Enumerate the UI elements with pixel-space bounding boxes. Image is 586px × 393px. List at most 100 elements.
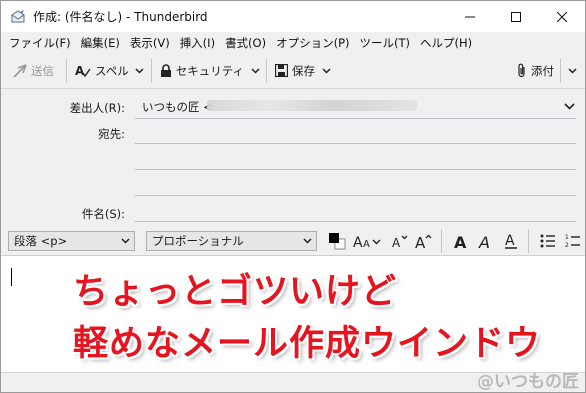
svg-text:1: 1 xyxy=(565,234,569,241)
attach-button[interactable]: 添付 xyxy=(513,58,558,84)
save-button[interactable]: 保存 xyxy=(271,58,319,84)
save-dropdown[interactable] xyxy=(319,58,333,84)
chevron-down-icon xyxy=(567,67,577,74)
security-label: セキュリティ xyxy=(175,63,245,78)
font-size-icon: A A xyxy=(353,235,381,249)
toolbar-divider xyxy=(150,58,152,83)
subject-input[interactable] xyxy=(135,221,576,222)
lock-icon xyxy=(160,63,172,78)
spell-check-icon: A xyxy=(75,64,91,78)
security-dropdown[interactable] xyxy=(248,58,262,84)
close-icon xyxy=(557,11,567,22)
svg-text:A: A xyxy=(75,64,85,78)
to-field-line[interactable] xyxy=(135,195,576,196)
decrease-font-size-button[interactable]: A xyxy=(389,229,411,253)
close-button[interactable] xyxy=(539,1,585,32)
paragraph-format-select[interactable]: 段落 <p> xyxy=(8,230,135,251)
from-label: 差出人(R): xyxy=(69,101,125,115)
menu-file[interactable]: ファイル(F) xyxy=(4,35,76,51)
menu-edit[interactable]: 編集(E) xyxy=(76,35,125,51)
menu-tools[interactable]: ツール(T) xyxy=(355,35,416,51)
svg-text:A: A xyxy=(353,235,363,249)
chevron-down-icon xyxy=(121,237,130,244)
menu-help[interactable]: ヘルプ(H) xyxy=(415,35,477,51)
toolbar-divider xyxy=(66,58,67,83)
spell-button[interactable]: A スペル xyxy=(71,58,133,84)
text-color-button[interactable] xyxy=(325,229,349,253)
svg-text:A: A xyxy=(478,233,490,249)
minimize-button[interactable] xyxy=(447,1,493,32)
toolbar-divider xyxy=(560,58,561,83)
numbered-list-icon: 1 2 xyxy=(565,234,580,248)
text-color-icon xyxy=(329,232,346,249)
caption-line-1: ちょっとゴツいけど xyxy=(73,272,398,312)
from-underline xyxy=(135,118,576,119)
chevron-down-icon xyxy=(303,237,312,244)
to-field-line[interactable] xyxy=(135,169,576,170)
subject-label: 件名(S): xyxy=(81,207,125,221)
attach-label: 添付 xyxy=(531,63,554,78)
chevron-down-icon xyxy=(321,67,331,74)
bold-button[interactable]: A xyxy=(450,229,472,253)
chevron-down-icon xyxy=(250,67,260,74)
caption-line-2: 軽めなメール作成ウインドウ xyxy=(73,324,542,364)
svg-text:A: A xyxy=(505,233,515,249)
menu-format[interactable]: 書式(O) xyxy=(220,35,271,51)
numbered-list-button[interactable]: 1 2 xyxy=(562,229,584,253)
minimize-icon xyxy=(465,16,475,17)
maximize-button[interactable] xyxy=(493,1,539,32)
format-toolbar: 段落 <p> プロポーショナル A A A A A A A 1 2 xyxy=(1,226,585,256)
maximize-icon xyxy=(511,11,521,22)
to-label: 宛先: xyxy=(98,127,125,141)
floppy-disk-icon xyxy=(275,64,289,77)
save-label: 保存 xyxy=(292,63,316,78)
toolbar-divider xyxy=(266,58,268,83)
svg-text:2: 2 xyxy=(565,242,569,248)
message-headers: 差出人(R): いつもの匠 < 宛先: 件名(S): xyxy=(1,89,585,226)
spell-dropdown[interactable] xyxy=(133,58,147,84)
decrease-font-size-icon: A xyxy=(392,235,408,249)
svg-text:A: A xyxy=(392,236,401,249)
compose-window: 作成: (件名なし) - Thunderbird ファイル(F) 編集(E) 表… xyxy=(0,0,586,393)
underline-icon: A xyxy=(505,233,517,249)
italic-icon: A xyxy=(478,233,490,249)
menu-options[interactable]: オプション(P) xyxy=(271,35,354,51)
format-divider xyxy=(441,228,442,253)
send-icon xyxy=(13,63,27,78)
increase-font-size-button[interactable]: A xyxy=(413,229,435,253)
blurred-email-address xyxy=(207,100,417,111)
chevron-down-icon xyxy=(135,67,144,74)
svg-text:A: A xyxy=(363,239,370,249)
compose-toolbar: 送信 A スペル セキュリティ 保存 添付 xyxy=(1,53,585,89)
font-family-value: プロポーショナル xyxy=(152,233,244,248)
spell-label: スペル xyxy=(95,63,129,78)
from-value: いつもの匠 < xyxy=(142,100,213,114)
title-bar: 作成: (件名なし) - Thunderbird xyxy=(1,1,585,32)
svg-text:A: A xyxy=(454,233,467,249)
font-size-button[interactable]: A A xyxy=(353,229,383,253)
format-divider xyxy=(528,228,529,253)
watermark: @いつもの匠 xyxy=(477,372,579,392)
send-button[interactable]: 送信 xyxy=(9,58,58,84)
send-label: 送信 xyxy=(31,63,54,78)
menu-insert[interactable]: 挿入(I) xyxy=(175,35,220,51)
menu-view[interactable]: 表示(V) xyxy=(125,35,175,51)
to-field-line[interactable] xyxy=(135,143,576,144)
chevron-down-icon xyxy=(564,99,575,113)
svg-text:A: A xyxy=(415,234,426,249)
security-button[interactable]: セキュリティ xyxy=(156,58,248,84)
compose-app-icon xyxy=(10,9,26,25)
window-title: 作成: (件名なし) - Thunderbird xyxy=(33,10,208,24)
text-cursor xyxy=(11,268,12,286)
font-family-select[interactable]: プロポーショナル xyxy=(146,230,317,251)
increase-font-size-icon: A xyxy=(415,234,432,249)
bold-icon: A xyxy=(454,233,467,249)
attach-dropdown[interactable] xyxy=(565,58,579,84)
bulleted-list-button[interactable] xyxy=(537,229,559,253)
paperclip-icon xyxy=(517,63,527,78)
italic-button[interactable]: A xyxy=(475,229,497,253)
bulleted-list-icon xyxy=(540,234,555,247)
paragraph-format-value: 段落 <p> xyxy=(14,233,68,248)
menu-bar: ファイル(F) 編集(E) 表示(V) 挿入(I) 書式(O) オプション(P)… xyxy=(1,32,585,53)
underline-button[interactable]: A xyxy=(500,229,522,253)
